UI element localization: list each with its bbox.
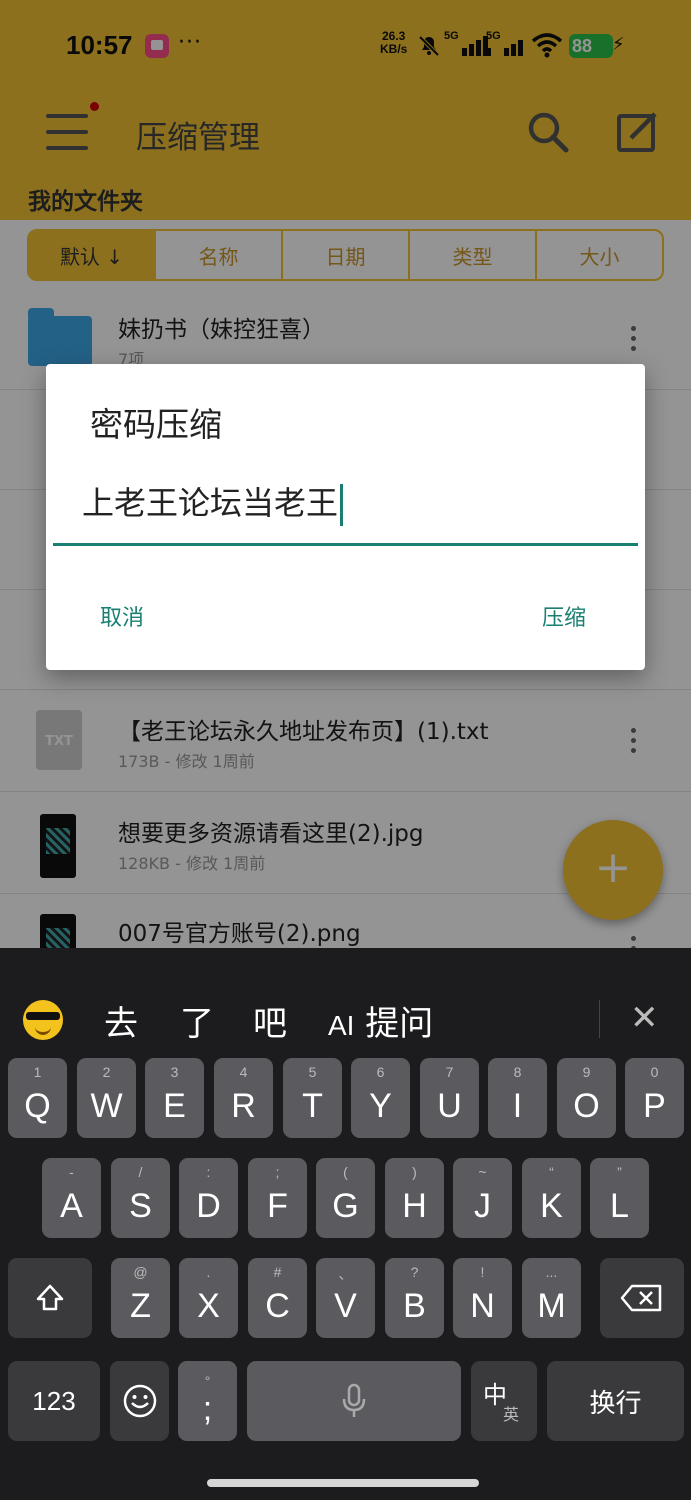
home-indicator[interactable] (207, 1479, 479, 1487)
ai-ask-label: 提问 (365, 1004, 434, 1044)
key-u[interactable]: 7U (420, 1058, 479, 1138)
ai-icon: AI (328, 1010, 355, 1041)
key-l[interactable]: ” L (590, 1158, 649, 1238)
backspace-key[interactable] (600, 1258, 684, 1338)
key-b[interactable]: ? B (385, 1258, 444, 1338)
key-e[interactable]: 3E (145, 1058, 204, 1138)
key-k[interactable]: “K (522, 1158, 581, 1238)
ai-ask-button[interactable]: AI 提问 (328, 996, 433, 1045)
sunglasses-emoji-icon[interactable] (23, 1000, 63, 1040)
shift-arrow-icon (36, 1284, 64, 1311)
key-f[interactable]: ; F (248, 1158, 307, 1238)
key-z[interactable]: @ Z (111, 1258, 170, 1338)
key-j[interactable]: ~ J (453, 1158, 512, 1238)
password-input[interactable]: 上老王论坛当老王 (82, 478, 344, 526)
punctuation-key[interactable]: °; (178, 1361, 237, 1441)
password-compress-dialog: 密码压缩 上老王论坛当老王 取消 压缩 (46, 364, 645, 670)
key-t[interactable]: 5T (283, 1058, 342, 1138)
keyboard: 去 了 吧 AI 提问 ✕ 1Q 2W 3E 4R 5T 6Y 7U 8I 9O… (0, 948, 691, 1500)
key-w[interactable]: 2W (77, 1058, 136, 1138)
key-y[interactable]: 6Y (351, 1058, 410, 1138)
microphone-icon (342, 1383, 366, 1417)
lang-sub: 英 (503, 1405, 520, 1424)
numbers-key[interactable]: 123 (8, 1361, 100, 1441)
key-m[interactable]: ... M (522, 1258, 581, 1338)
key-a[interactable]: -A (42, 1158, 101, 1238)
backspace-icon (620, 1284, 662, 1312)
smiley-icon (123, 1384, 157, 1418)
password-value: 上老王论坛当老王 (82, 484, 339, 522)
key-h[interactable]: ) H (385, 1158, 444, 1238)
shift-key[interactable] (8, 1258, 92, 1338)
candidate-word[interactable]: 吧 (253, 996, 287, 1045)
key-x[interactable]: .X (179, 1258, 238, 1338)
candidate-divider (599, 1000, 600, 1038)
cancel-button[interactable]: 取消 (100, 600, 144, 632)
key-n[interactable]: ! N (453, 1258, 512, 1338)
dialog-title: 密码压缩 (90, 405, 222, 444)
language-switch-key[interactable]: 中 英 (471, 1361, 537, 1441)
key-o[interactable]: 9O (557, 1058, 616, 1138)
enter-key[interactable]: 换行 (547, 1361, 684, 1441)
key-p[interactable]: 0P (625, 1058, 684, 1138)
candidate-word[interactable]: 去 (104, 996, 138, 1045)
space-key[interactable] (247, 1361, 461, 1441)
close-icon[interactable]: ✕ (630, 998, 659, 1038)
input-underline (53, 543, 638, 546)
compress-button[interactable]: 压缩 (542, 600, 586, 632)
key-q[interactable]: 1Q (8, 1058, 67, 1138)
key-r[interactable]: 4R (214, 1058, 273, 1138)
candidate-word[interactable]: 了 (180, 996, 214, 1045)
key-g[interactable]: (G (316, 1158, 375, 1238)
key-i[interactable]: 8I (488, 1058, 547, 1138)
key-v[interactable]: 、 V (316, 1258, 375, 1338)
emoji-key[interactable] (110, 1361, 169, 1441)
key-s[interactable]: / S (111, 1158, 170, 1238)
key-c[interactable]: # C (248, 1258, 307, 1338)
text-cursor (340, 484, 344, 526)
key-d[interactable]: :D (179, 1158, 238, 1238)
